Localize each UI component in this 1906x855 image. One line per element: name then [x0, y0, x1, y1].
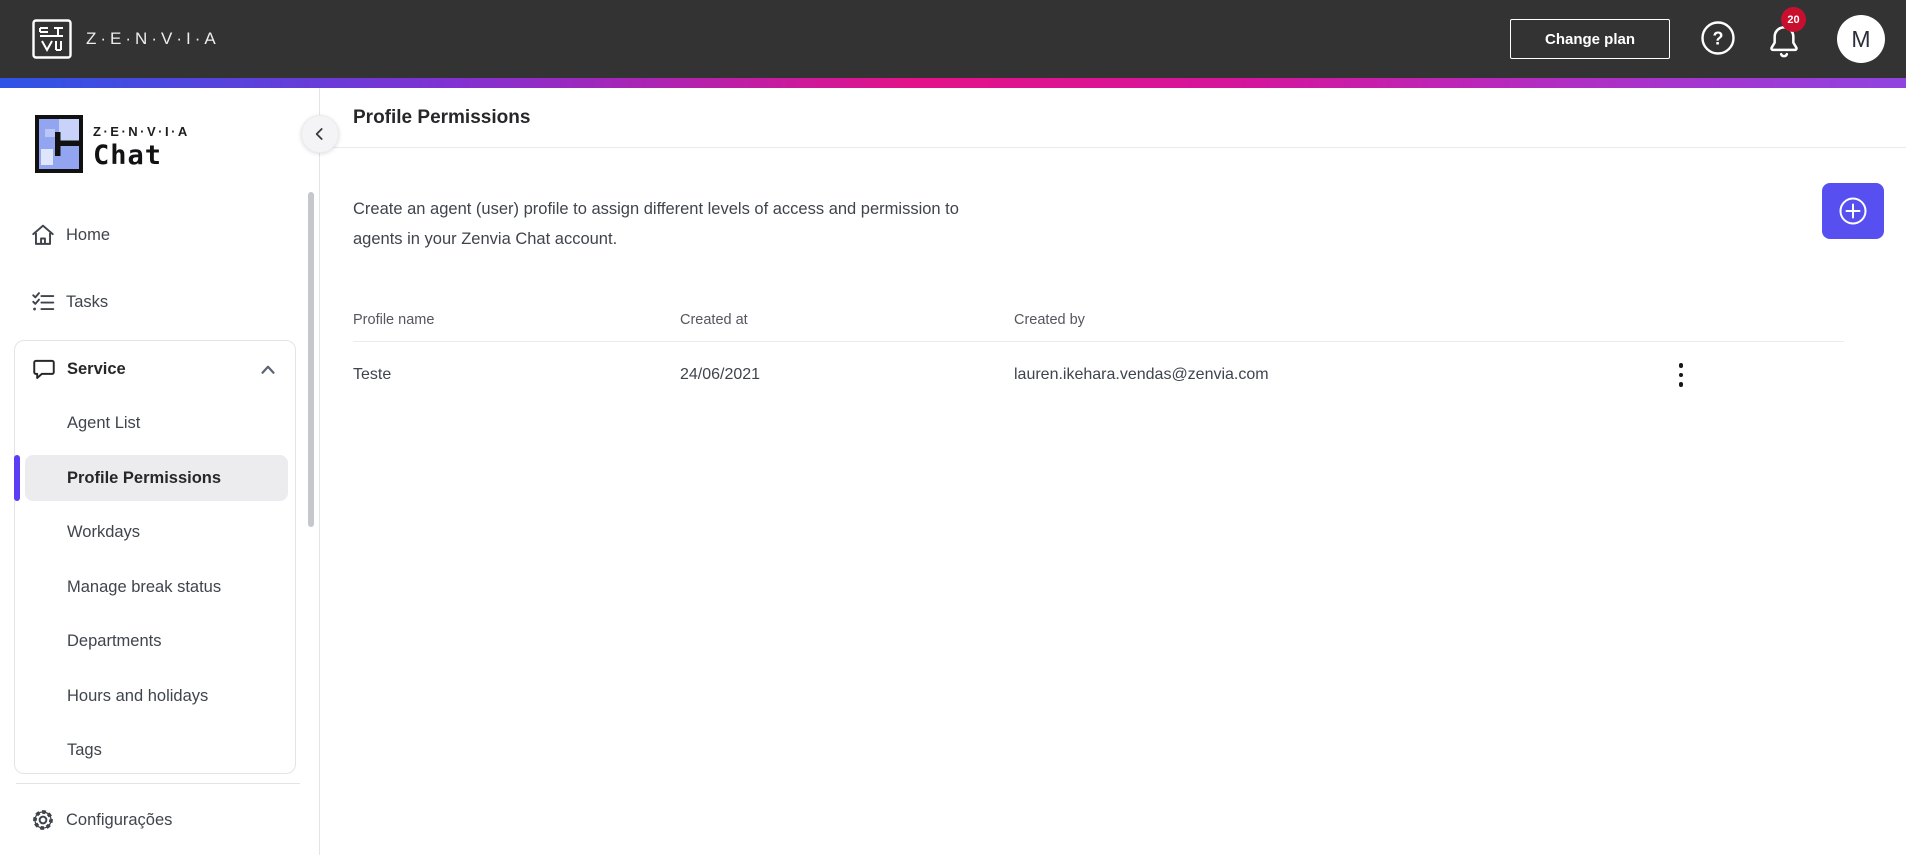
sidebar-item-label: Profile Permissions	[67, 468, 222, 487]
sidebar-item-label: Service	[67, 359, 126, 378]
app-shell: Z·E·N·V·I·A Chat Home Tasks Service Agen…	[0, 88, 1906, 855]
sidebar-item-agent-list[interactable]: Agent List	[25, 400, 288, 446]
checklist-icon	[32, 292, 55, 311]
row-actions-kebab-button[interactable]	[1667, 355, 1695, 395]
kebab-dot	[1678, 372, 1684, 378]
zenvia-chat-logo-icon	[35, 115, 83, 173]
sidebar-item-tags[interactable]: Tags	[25, 727, 288, 773]
question-circle-icon: ?	[1701, 21, 1735, 55]
cell-profile-name: Teste	[353, 366, 392, 383]
brand-wordmark: Z·E·N·V·I·A	[86, 29, 220, 48]
sidebar-item-label: Configurações	[66, 810, 173, 829]
sidebar-item-label: Manage break status	[67, 577, 222, 596]
gear-icon	[33, 810, 53, 830]
active-item-indicator	[14, 455, 20, 501]
column-header-profile-name: Profile name	[353, 311, 435, 328]
service-group: Service Agent List Profile Permissions W…	[14, 340, 296, 774]
sidebar-collapse-button[interactable]	[301, 115, 339, 153]
add-profile-button[interactable]	[1822, 183, 1884, 239]
sidebar-item-profile-permissions[interactable]: Profile Permissions	[25, 455, 288, 501]
sidebar-item-tasks[interactable]: Tasks	[0, 278, 300, 326]
zenvia-chat-logo: Z·E·N·V·I·A Chat	[35, 115, 190, 173]
accent-gradient-bar	[0, 78, 1906, 88]
kebab-dot	[1678, 382, 1684, 387]
column-header-created-by: Created by	[1014, 311, 1085, 328]
notification-count-badge: 20	[1781, 7, 1806, 32]
sidebar-divider	[16, 783, 300, 784]
zenvia-brand-link[interactable]: Z·E·N·V·I·A	[32, 19, 220, 59]
user-avatar[interactable]: M	[1837, 15, 1885, 63]
cell-created-by: lauren.ikehara.vendas@zenvia.com	[1014, 366, 1269, 383]
zenvia-maze-logo-icon	[32, 19, 72, 59]
sidebar-item-hours-and-holidays[interactable]: Hours and holidays	[25, 673, 288, 719]
table-header-row: Profile name Created at Created by	[353, 298, 1844, 342]
house-icon	[32, 224, 54, 245]
plus-circle-icon	[1839, 197, 1867, 225]
sidebar-item-label: Workdays	[67, 522, 141, 541]
page-header: Profile Permissions	[320, 88, 1906, 148]
column-header-created-at: Created at	[680, 311, 748, 328]
chevron-up-icon	[261, 365, 275, 374]
sidebar-item-service[interactable]: Service	[15, 345, 295, 393]
sidebar-item-label: Tags	[67, 740, 102, 759]
kebab-dot	[1678, 363, 1684, 368]
logo-product-text: Chat	[93, 140, 163, 171]
sidebar-item-manage-break-status[interactable]: Manage break status	[25, 564, 288, 610]
sidebar: Z·E·N·V·I·A Chat Home Tasks Service Agen…	[0, 88, 320, 855]
sidebar-item-label: Departments	[67, 631, 162, 650]
topbar: Z·E·N·V·I·A Change plan ? 20 M	[0, 0, 1906, 78]
profiles-table: Profile name Created at Created by Teste…	[353, 298, 1844, 408]
sidebar-item-configuracoes[interactable]: Configurações	[0, 796, 300, 844]
main-content: Profile Permissions Create an agent (use…	[301, 88, 1906, 855]
svg-text:?: ?	[1713, 29, 1724, 49]
page-description: Create an agent (user) profile to assign…	[353, 200, 959, 248]
sidebar-item-workdays[interactable]: Workdays	[25, 509, 288, 555]
sidebar-item-label: Tasks	[66, 292, 109, 311]
sidebar-item-departments[interactable]: Departments	[25, 618, 288, 664]
help-button[interactable]: ?	[1700, 20, 1736, 56]
sidebar-item-label: Hours and holidays	[67, 686, 209, 705]
logo-brand-text: Z·E·N·V·I·A	[93, 124, 190, 139]
cell-created-at: 24/06/2021	[680, 366, 761, 383]
sidebar-scrollbar[interactable]	[308, 192, 314, 527]
change-plan-button[interactable]: Change plan	[1510, 19, 1670, 59]
sidebar-item-label: Agent List	[67, 413, 141, 432]
chat-bubble-icon	[33, 359, 55, 379]
chevron-left-icon	[315, 128, 323, 140]
sidebar-item-home[interactable]: Home	[0, 211, 300, 259]
sidebar-item-label: Home	[66, 225, 111, 244]
table-row: Teste 24/06/2021 lauren.ikehara.vendas@z…	[353, 342, 1844, 408]
page-title: Profile Permissions	[353, 106, 531, 128]
